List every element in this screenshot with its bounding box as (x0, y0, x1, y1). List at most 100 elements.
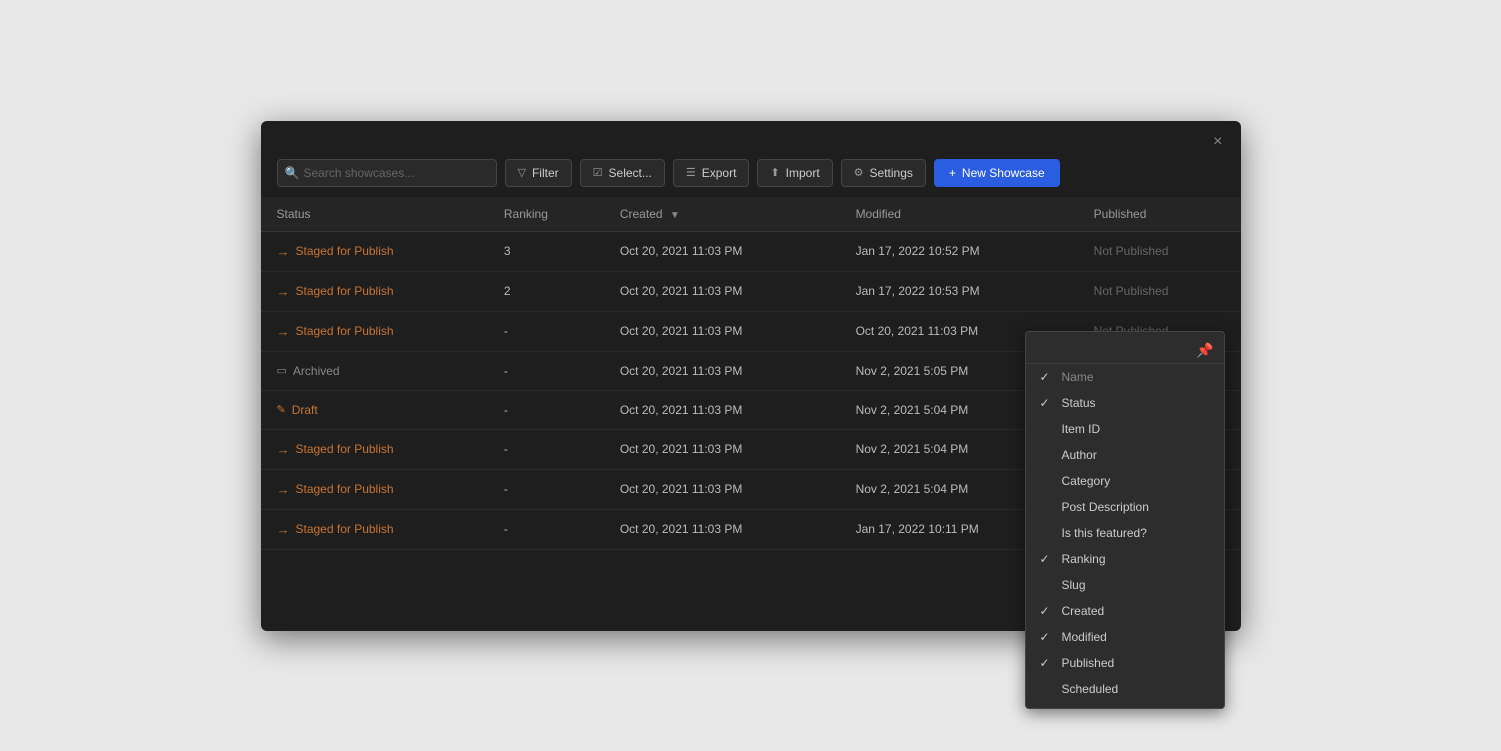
picker-item-label: Item ID (1062, 422, 1101, 436)
sort-arrow-icon: ▼ (670, 210, 680, 221)
cell-status: → Staged for Publish (261, 231, 488, 271)
col-ranking: Ranking (488, 197, 604, 232)
cell-ranking: - (488, 469, 604, 509)
picker-item[interactable]: Is this featured? (1026, 520, 1224, 546)
status-text: Archived (293, 364, 340, 378)
archive-icon: ▭ (277, 364, 287, 377)
modal: × 🔍 ▽ Filter ☑ Select... ☰ Export ⬆ Impo… (261, 121, 1241, 631)
pencil-icon: ✎ (277, 403, 286, 416)
search-wrapper: 🔍 (277, 159, 497, 187)
picker-item[interactable]: ✓ Status (1026, 390, 1224, 416)
cell-ranking: - (488, 429, 604, 469)
cell-ranking: 3 (488, 231, 604, 271)
picker-item-label: Published (1062, 656, 1115, 670)
filter-icon: ▽ (518, 166, 526, 179)
staged-arrow-icon: → (277, 284, 290, 299)
toolbar: 🔍 ▽ Filter ☑ Select... ☰ Export ⬆ Import… (261, 159, 1241, 197)
picker-item-label: Slug (1062, 578, 1086, 592)
cell-ranking: - (488, 509, 604, 549)
status-text: Staged for Publish (296, 244, 394, 258)
check-icon: ✓ (1040, 370, 1054, 384)
picker-item-label: Author (1062, 448, 1097, 462)
picker-item[interactable]: Slug (1026, 572, 1224, 598)
picker-item-label: Is this featured? (1062, 526, 1147, 540)
export-icon: ☰ (686, 166, 696, 179)
cell-created: Oct 20, 2021 11:03 PM (604, 509, 840, 549)
import-button[interactable]: ⬆ Import (757, 159, 832, 187)
column-picker-header: 📌 (1026, 338, 1224, 364)
picker-item[interactable]: Item ID (1026, 416, 1224, 442)
cell-modified: Jan 17, 2022 10:53 PM (840, 271, 1078, 311)
select-icon: ☑ (593, 166, 603, 179)
cell-status: → Staged for Publish (261, 469, 488, 509)
filter-button[interactable]: ▽ Filter (505, 159, 572, 187)
close-button[interactable]: × (1207, 131, 1228, 153)
plus-icon: + (949, 166, 956, 180)
staged-arrow-icon: → (277, 522, 290, 537)
cell-ranking: - (488, 311, 604, 351)
picker-item[interactable]: ✓ Created (1026, 598, 1224, 624)
picker-item[interactable]: ✓ Published (1026, 650, 1224, 676)
cell-published: Not Published (1078, 231, 1241, 271)
export-button[interactable]: ☰ Export (673, 159, 750, 187)
cell-created: Oct 20, 2021 11:03 PM (604, 429, 840, 469)
picker-item[interactable]: Scheduled (1026, 676, 1224, 702)
check-icon: ✓ (1040, 630, 1054, 644)
cell-status: → Staged for Publish (261, 429, 488, 469)
col-published: Published (1078, 197, 1241, 232)
search-icon: 🔍 (285, 166, 300, 180)
status-text: Staged for Publish (296, 284, 394, 298)
picker-item-label: Modified (1062, 630, 1107, 644)
cell-ranking: - (488, 351, 604, 390)
status-text: Draft (292, 403, 318, 417)
import-icon: ⬆ (770, 166, 779, 179)
cell-published: Not Published (1078, 271, 1241, 311)
cell-created: Oct 20, 2021 11:03 PM (604, 311, 840, 351)
column-picker-dropdown: 📌 ✓ Name ✓ Status Item ID Author Categor… (1025, 331, 1225, 709)
picker-item[interactable]: ✓ Modified (1026, 624, 1224, 650)
cell-created: Oct 20, 2021 11:03 PM (604, 469, 840, 509)
col-created[interactable]: Created ▼ (604, 197, 840, 232)
picker-item-label: Category (1062, 474, 1111, 488)
cell-ranking: - (488, 390, 604, 429)
staged-arrow-icon: → (277, 442, 290, 457)
staged-arrow-icon: → (277, 482, 290, 497)
col-modified: Modified (840, 197, 1078, 232)
cell-created: Oct 20, 2021 11:03 PM (604, 351, 840, 390)
staged-arrow-icon: → (277, 324, 290, 339)
staged-arrow-icon: → (277, 244, 290, 259)
modal-header: × (261, 121, 1241, 159)
cell-ranking: 2 (488, 271, 604, 311)
settings-button[interactable]: ⚙ Settings (841, 159, 926, 187)
picker-item-label: Post Description (1062, 500, 1149, 514)
picker-item[interactable]: Author (1026, 442, 1224, 468)
picker-item[interactable]: ✓ Name (1026, 364, 1224, 390)
picker-item-label: Name (1062, 370, 1094, 384)
status-text: Staged for Publish (296, 522, 394, 536)
picker-item[interactable]: ✓ Ranking (1026, 546, 1224, 572)
search-input[interactable] (277, 159, 497, 187)
settings-icon: ⚙ (854, 166, 864, 179)
select-button[interactable]: ☑ Select... (580, 159, 665, 187)
picker-item-label: Ranking (1062, 552, 1106, 566)
cell-created: Oct 20, 2021 11:03 PM (604, 390, 840, 429)
check-icon: ✓ (1040, 396, 1054, 410)
picker-item-label: Created (1062, 604, 1105, 618)
col-status: Status (261, 197, 488, 232)
cell-status: → Staged for Publish (261, 509, 488, 549)
cell-status: → Staged for Publish (261, 271, 488, 311)
cell-created: Oct 20, 2021 11:03 PM (604, 231, 840, 271)
cell-created: Oct 20, 2021 11:03 PM (604, 271, 840, 311)
status-text: Staged for Publish (296, 482, 394, 496)
picker-item[interactable]: Category (1026, 468, 1224, 494)
picker-item[interactable]: Post Description (1026, 494, 1224, 520)
check-icon: ✓ (1040, 656, 1054, 670)
table-row[interactable]: → Staged for Publish 3 Oct 20, 2021 11:0… (261, 231, 1241, 271)
status-text: Staged for Publish (296, 442, 394, 456)
cell-status: ✎ Draft (261, 390, 488, 429)
cell-modified: Jan 17, 2022 10:52 PM (840, 231, 1078, 271)
new-showcase-button[interactable]: + New Showcase (934, 159, 1060, 187)
pin-icon[interactable]: 📌 (1196, 342, 1213, 359)
table-row[interactable]: → Staged for Publish 2 Oct 20, 2021 11:0… (261, 271, 1241, 311)
status-text: Staged for Publish (296, 324, 394, 338)
